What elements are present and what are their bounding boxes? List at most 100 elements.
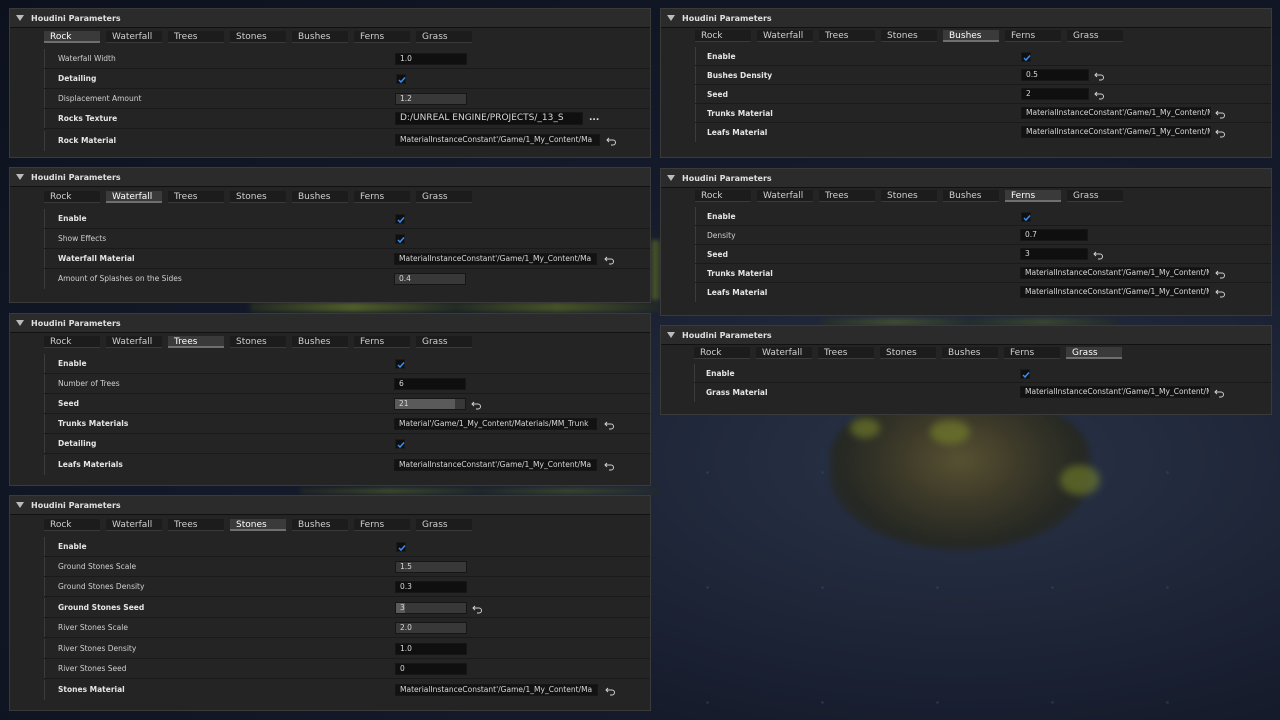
- tab-trees[interactable]: Trees: [819, 30, 875, 42]
- panel-header[interactable]: Houdini Parameters: [661, 9, 1271, 28]
- caret-down-icon[interactable]: [667, 332, 675, 338]
- panel-header[interactable]: Houdini Parameters: [10, 496, 650, 515]
- enable-checkbox[interactable]: [395, 359, 405, 369]
- detailing-checkbox[interactable]: [395, 439, 405, 449]
- tab-grass[interactable]: Grass: [416, 191, 472, 203]
- enable-checkbox[interactable]: [395, 214, 405, 224]
- tab-ferns[interactable]: Ferns: [354, 519, 410, 531]
- tab-ferns[interactable]: Ferns: [1004, 347, 1060, 359]
- tab-bushes[interactable]: Bushes: [942, 347, 998, 359]
- reset-arrow-icon[interactable]: [471, 400, 482, 410]
- tab-waterfall[interactable]: Waterfall: [757, 190, 813, 202]
- ground-stones-seed-slider[interactable]: 3: [395, 602, 467, 614]
- tab-ferns[interactable]: Ferns: [354, 336, 410, 348]
- tab-stones[interactable]: Stones: [880, 347, 936, 359]
- tab-bushes[interactable]: Bushes: [943, 190, 999, 202]
- reset-arrow-icon[interactable]: [1215, 109, 1226, 119]
- tab-rock[interactable]: Rock: [44, 191, 100, 203]
- enable-checkbox[interactable]: [1021, 212, 1031, 222]
- rocks-texture-path-input[interactable]: D:/UNREAL ENGINE/PROJECTS/_13_S: [395, 112, 583, 125]
- tab-stones[interactable]: Stones: [881, 30, 937, 42]
- reset-arrow-icon[interactable]: [1214, 388, 1225, 398]
- tab-rock[interactable]: Rock: [695, 30, 751, 42]
- caret-down-icon[interactable]: [16, 15, 24, 21]
- tab-bushes[interactable]: Bushes: [292, 191, 348, 203]
- caret-down-icon[interactable]: [667, 15, 675, 21]
- ground-stones-density-input[interactable]: 0.3: [395, 581, 467, 593]
- tab-grass[interactable]: Grass: [416, 31, 472, 43]
- enable-checkbox[interactable]: [1021, 52, 1031, 62]
- tab-ferns[interactable]: Ferns: [354, 31, 410, 43]
- tab-rock[interactable]: Rock: [44, 519, 100, 531]
- splashes-slider[interactable]: 0.4: [394, 273, 466, 285]
- tab-waterfall[interactable]: Waterfall: [756, 347, 812, 359]
- caret-down-icon[interactable]: [16, 320, 24, 326]
- tab-stones[interactable]: Stones: [230, 336, 286, 348]
- tab-bushes[interactable]: Bushes: [292, 519, 348, 531]
- panel-header[interactable]: Houdini Parameters: [10, 314, 650, 333]
- tab-trees[interactable]: Trees: [168, 336, 224, 348]
- displacement-slider[interactable]: 1.2: [395, 93, 467, 105]
- reset-arrow-icon[interactable]: [604, 255, 615, 265]
- leafs-material-input[interactable]: MaterialInstanceConstant'/Game/1_My_Cont…: [1021, 126, 1211, 138]
- trunks-materials-input[interactable]: Material'/Game/1_My_Content/Materials/MM…: [394, 418, 597, 430]
- seed-input[interactable]: 2: [1021, 88, 1089, 100]
- reset-arrow-icon[interactable]: [606, 136, 617, 146]
- tab-ferns[interactable]: Ferns: [1005, 190, 1061, 202]
- tab-grass[interactable]: Grass: [416, 336, 472, 348]
- tab-bushes[interactable]: Bushes: [943, 30, 999, 42]
- tab-ferns[interactable]: Ferns: [354, 191, 410, 203]
- panel-header[interactable]: Houdini Parameters: [661, 169, 1271, 188]
- tab-trees[interactable]: Trees: [168, 31, 224, 43]
- leafs-material-input[interactable]: MaterialInstanceConstant'/Game/1_My_Cont…: [1020, 286, 1210, 298]
- reset-arrow-icon[interactable]: [1215, 128, 1226, 138]
- reset-arrow-icon[interactable]: [604, 461, 615, 471]
- panel-header[interactable]: Houdini Parameters: [661, 326, 1271, 345]
- reset-arrow-icon[interactable]: [1094, 71, 1105, 81]
- tab-grass[interactable]: Grass: [1066, 347, 1122, 359]
- tab-rock[interactable]: Rock: [44, 336, 100, 348]
- bushes-density-input[interactable]: 0.5: [1021, 69, 1089, 81]
- tab-bushes[interactable]: Bushes: [292, 336, 348, 348]
- tab-stones[interactable]: Stones: [230, 519, 286, 531]
- enable-checkbox[interactable]: [396, 542, 406, 552]
- tab-waterfall[interactable]: Waterfall: [106, 519, 162, 531]
- tab-trees[interactable]: Trees: [819, 190, 875, 202]
- reset-arrow-icon[interactable]: [605, 686, 616, 696]
- tab-rock[interactable]: Rock: [695, 190, 751, 202]
- tab-ferns[interactable]: Ferns: [1005, 30, 1061, 42]
- reset-arrow-icon[interactable]: [1215, 269, 1226, 279]
- seed-input[interactable]: 3: [1020, 248, 1088, 260]
- tab-grass[interactable]: Grass: [416, 519, 472, 531]
- rock-material-input[interactable]: MaterialInstanceConstant'/Game/1_My_Cont…: [395, 134, 600, 146]
- river-stones-density-input[interactable]: 1.0: [395, 643, 467, 655]
- tab-rock[interactable]: Rock: [694, 347, 750, 359]
- grass-material-input[interactable]: MaterialInstanceConstant'/Game/1_My_Cont…: [1020, 386, 1210, 398]
- caret-down-icon[interactable]: [667, 175, 675, 181]
- tab-stones[interactable]: Stones: [881, 190, 937, 202]
- ellipsis-icon[interactable]: ...: [589, 113, 599, 123]
- tab-waterfall[interactable]: Waterfall: [106, 31, 162, 43]
- waterfall-width-input[interactable]: 1.0: [395, 53, 467, 65]
- tab-waterfall[interactable]: Waterfall: [106, 336, 162, 348]
- panel-header[interactable]: Houdini Parameters: [10, 168, 650, 187]
- tab-waterfall[interactable]: Waterfall: [757, 30, 813, 42]
- tab-bushes[interactable]: Bushes: [292, 31, 348, 43]
- leafs-materials-input[interactable]: MaterialInstanceConstant'/Game/1_My_Cont…: [394, 459, 597, 471]
- tab-trees[interactable]: Trees: [168, 519, 224, 531]
- tab-rock[interactable]: Rock: [44, 31, 100, 43]
- caret-down-icon[interactable]: [16, 174, 24, 180]
- show-effects-checkbox[interactable]: [395, 234, 405, 244]
- tab-trees[interactable]: Trees: [168, 191, 224, 203]
- waterfall-material-input[interactable]: MaterialInstanceConstant'/Game/1_My_Cont…: [394, 253, 597, 265]
- reset-arrow-icon[interactable]: [1093, 250, 1104, 260]
- tab-waterfall[interactable]: Waterfall: [106, 191, 162, 203]
- river-stones-seed-input[interactable]: 0: [395, 663, 467, 675]
- ground-stones-scale-slider[interactable]: 1.5: [395, 561, 467, 573]
- tab-stones[interactable]: Stones: [230, 31, 286, 43]
- seed-slider[interactable]: 21: [394, 398, 466, 410]
- panel-header[interactable]: Houdini Parameters: [10, 9, 650, 28]
- reset-arrow-icon[interactable]: [1094, 90, 1105, 100]
- trunks-material-input[interactable]: MaterialInstanceConstant'/Game/1_My_Cont…: [1020, 267, 1210, 279]
- tab-trees[interactable]: Trees: [818, 347, 874, 359]
